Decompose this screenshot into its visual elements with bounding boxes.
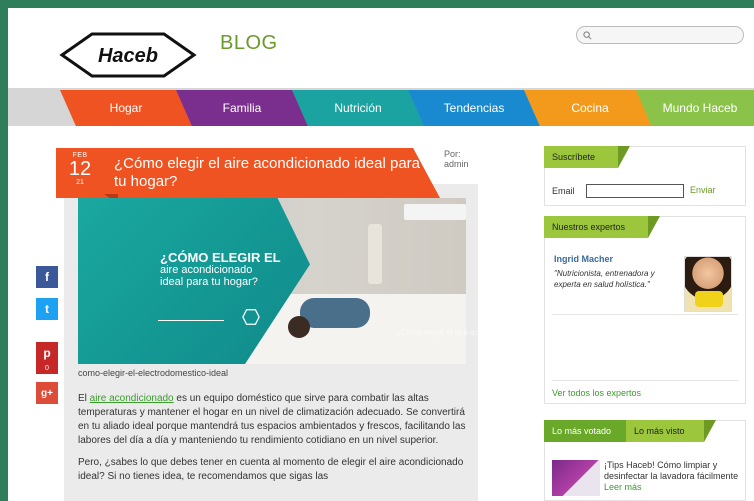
twitter-share-button[interactable]: t [36, 298, 58, 320]
tab-most-viewed-label: Lo más visto [634, 426, 685, 436]
expert-name[interactable]: Ingrid Macher [554, 254, 613, 264]
read-more-link[interactable]: Leer más [604, 482, 746, 493]
nav-item-cocina[interactable]: Cocina [524, 90, 656, 126]
date-day: 12 [68, 158, 92, 180]
hero-headline: ¿CÓMO ELEGIR EL aire acondicionado ideal… [160, 250, 281, 288]
email-label: Email [552, 186, 575, 196]
lamp-graphic [368, 224, 382, 284]
twitter-icon: t [45, 302, 49, 316]
experts-tab: Nuestros expertos [544, 216, 660, 238]
page: Haceb BLOG Hogar Familia Nutrición Tende… [8, 8, 754, 501]
googleplus-share-button[interactable]: g+ [36, 382, 58, 404]
pinterest-icon: p [43, 346, 51, 360]
nav-item-tendencias[interactable]: Tendencias [408, 90, 540, 126]
pinterest-count: 0 [36, 364, 58, 374]
hero-line-3: ideal para tu hogar? [160, 276, 258, 288]
nav-item-hogar[interactable]: Hogar [60, 90, 192, 126]
tab-notch [618, 146, 630, 168]
aire-acondicionado-link[interactable]: aire acondicionado [90, 393, 174, 404]
tab-most-viewed[interactable]: Lo más visto [626, 420, 716, 442]
email-field[interactable] [586, 184, 684, 198]
divider [552, 380, 738, 381]
image-caption: como-elegir-el-electrodomestico-ideal [78, 368, 229, 378]
experts-tab-label: Nuestros expertos [552, 222, 626, 232]
post-date: FEB 12 21 [56, 148, 104, 198]
search-input[interactable] [596, 28, 736, 42]
tab-most-voted[interactable]: Lo más votado [544, 420, 626, 442]
ac-unit-graphic [404, 204, 466, 220]
tab-notch [648, 216, 660, 238]
nav-item-nutricion[interactable]: Nutrición [292, 90, 424, 126]
nav-item-familia[interactable]: Familia [176, 90, 308, 126]
hero-line-2: aire acondicionado [160, 264, 253, 276]
haceb-logo[interactable]: Haceb [58, 28, 198, 82]
hero-line-1: ¿CÓMO ELEGIR EL [160, 250, 281, 265]
person-head-graphic [288, 316, 310, 338]
scarf-graphic [695, 291, 723, 307]
date-year: 21 [76, 179, 84, 186]
send-button[interactable]: Enviar [690, 185, 716, 195]
article-title: ¿Cómo elegir el aire acondicionado ideal… [104, 148, 440, 198]
divider [552, 314, 738, 315]
tab-most-voted-label: Lo más votado [552, 426, 612, 436]
paragraph-2: Pero, ¿sabes lo que debes tener en cuent… [78, 457, 464, 482]
facebook-share-button[interactable]: f [36, 266, 58, 288]
hero-image: ¿CÓMO ELEGIR EL aire acondicionado ideal… [78, 198, 466, 364]
subscribe-tab-label: Suscríbete [552, 152, 596, 162]
search-icon[interactable] [583, 30, 592, 40]
popular-post-title[interactable]: ¡Tips Haceb! Cómo limpiar y desinfectar … [604, 460, 746, 482]
hexagon-icon [242, 309, 260, 325]
logo-text: Haceb [98, 45, 158, 67]
pinterest-share-button[interactable]: p [36, 342, 58, 364]
article-body: El aire acondicionado es un equipo domés… [78, 392, 468, 492]
author: Por: admin [444, 149, 469, 169]
expert-avatar[interactable] [684, 256, 732, 312]
nav-item-mundo-haceb[interactable]: Mundo Haceb [636, 90, 754, 126]
expert-description: "Nutricionista, entrenadora y experta en… [554, 269, 655, 289]
subscribe-tab: Suscríbete [544, 146, 630, 168]
author-label: Por: [444, 149, 461, 159]
search-bar[interactable] [576, 26, 744, 44]
hero-underline [158, 320, 224, 321]
blog-title: BLOG [220, 32, 278, 54]
facebook-icon: f [45, 270, 49, 284]
popular-post: ¡Tips Haceb! Cómo limpiar y desinfectar … [604, 460, 746, 493]
person-graphic [300, 298, 370, 328]
googleplus-icon: g+ [41, 387, 53, 399]
tab-notch [704, 420, 716, 442]
author-name[interactable]: admin [444, 159, 469, 169]
all-experts-link[interactable]: Ver todos los expertos [552, 388, 641, 398]
post-thumbnail[interactable] [552, 460, 600, 496]
paragraph-1: El aire acondicionado es un equipo domés… [78, 392, 468, 448]
logo-graphic: Haceb [59, 32, 197, 78]
p1-before: El [78, 393, 90, 404]
